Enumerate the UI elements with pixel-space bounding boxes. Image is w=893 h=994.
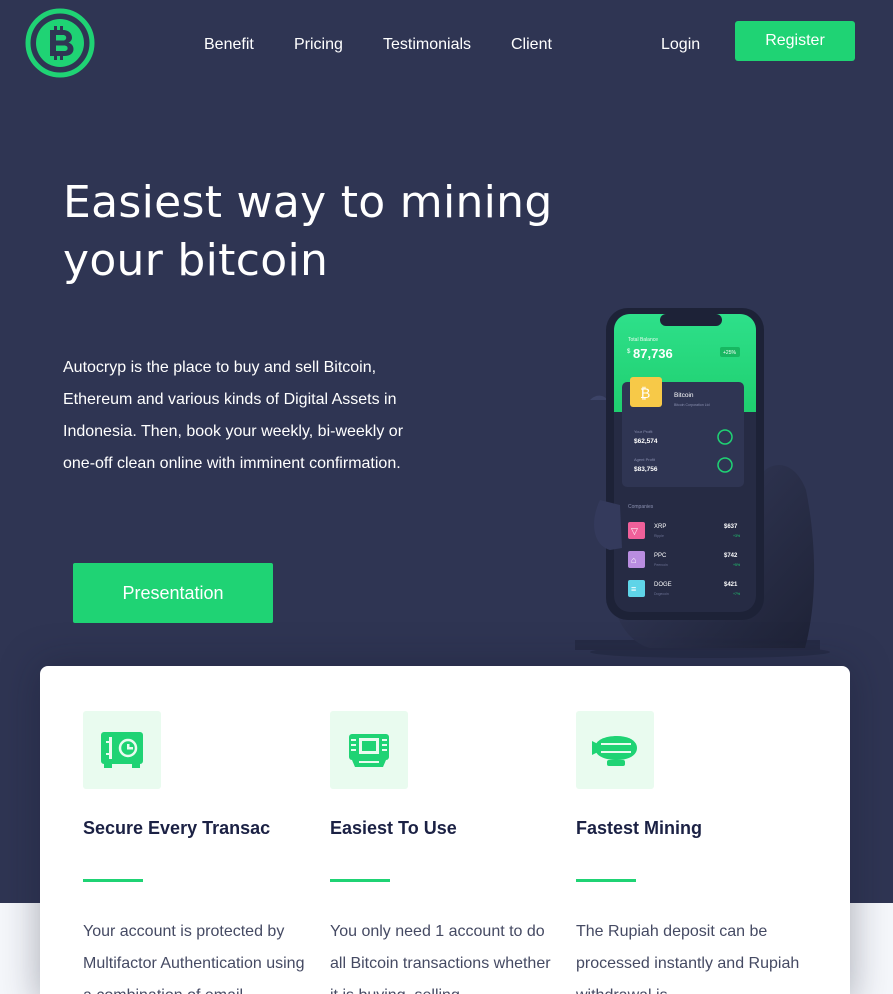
nav-link-pricing[interactable]: Pricing (294, 36, 343, 54)
phone-notch (660, 314, 722, 326)
airship-icon (592, 736, 637, 766)
coin-price: $742 (724, 553, 738, 559)
coin-name: DOGE (654, 582, 672, 588)
hero-title: Easiest way to mining your bitcoin (63, 174, 583, 290)
feature-easiest: Easiest To Use You only need 1 account t… (330, 711, 555, 994)
coin-name: PPC (654, 553, 667, 559)
feature-secure: Secure Every Transac Your account is pro… (83, 711, 308, 994)
feature-icon-box (576, 711, 654, 789)
coin-change: +7% (733, 592, 740, 596)
your-profit-value: $62,574 (634, 438, 658, 445)
nav-link-benefit[interactable]: Benefit (204, 36, 254, 54)
feature-icon-box (83, 711, 161, 789)
atm-icon (349, 734, 389, 767)
register-button[interactable]: Register (735, 21, 855, 61)
your-profit-label: Your Profit (634, 429, 653, 434)
feature-fastest: Fastest Mining The Rupiah deposit can be… (576, 711, 801, 994)
hero-title-line-1: Easiest way to mining (63, 177, 553, 228)
feature-title: Fastest Mining (576, 818, 703, 838)
thumb-shape (594, 500, 622, 550)
feature-underline (83, 879, 143, 882)
coin-change: +5% (733, 563, 740, 567)
coin-sub: Ripple (654, 534, 664, 538)
feature-title: Easiest To Use (330, 818, 457, 838)
companies-header: Companies (628, 504, 654, 510)
bitcoin-icon[interactable] (25, 8, 95, 78)
nav-link-testimonials[interactable]: Testimonials (383, 36, 471, 54)
agent-profit-label: Agent Profit (634, 457, 656, 462)
stack-icon: ≡ (631, 584, 636, 594)
coin-price: $637 (724, 524, 738, 530)
cocktail-icon: ▽ (631, 526, 638, 536)
feature-description: The Rupiah deposit can be processed inst… (576, 923, 800, 994)
feature-underline (330, 879, 390, 882)
coin-sub: Peercoin (654, 563, 668, 567)
feature-title: Secure Every Transac (83, 818, 271, 838)
safe-icon (101, 732, 143, 768)
nav-link-client[interactable]: Client (511, 36, 552, 54)
hero-title-line-2: your bitcoin (63, 235, 329, 286)
total-balance-label: Total Balance (628, 337, 658, 343)
presentation-button[interactable]: Presentation (73, 563, 273, 623)
balance-value: 87,736 (633, 346, 673, 361)
feature-icon-box (330, 711, 408, 789)
featured-coin-sub: Bitcoin Corporation Ltd (674, 403, 710, 407)
coin-sub: Dogecoin (654, 592, 669, 596)
bank-icon: ⌂ (631, 555, 636, 565)
feature-underline (576, 879, 636, 882)
balance-change: +25% (723, 350, 736, 356)
hero-description: Autocryp is the place to buy and sell Bi… (63, 359, 404, 472)
featured-coin-name: Bitcoin (674, 392, 694, 399)
feature-description: You only need 1 account to do all Bitcoi… (330, 923, 551, 994)
agent-profit-value: $83,756 (634, 466, 658, 473)
phone-in-hand-illustration: Total Balance $ 87,736 +25% ₿ Bitcoin Bi… (575, 308, 830, 658)
login-link[interactable]: Login (661, 36, 700, 54)
features-card: Secure Every Transac Your account is pro… (40, 666, 850, 994)
coin-name: XRP (654, 524, 666, 530)
coin-change: +3% (733, 534, 740, 538)
coin-price: $421 (724, 582, 738, 588)
bitcoin-icon: ₿ (640, 385, 650, 401)
feature-description: Your account is protected by Multifactor… (83, 923, 305, 994)
